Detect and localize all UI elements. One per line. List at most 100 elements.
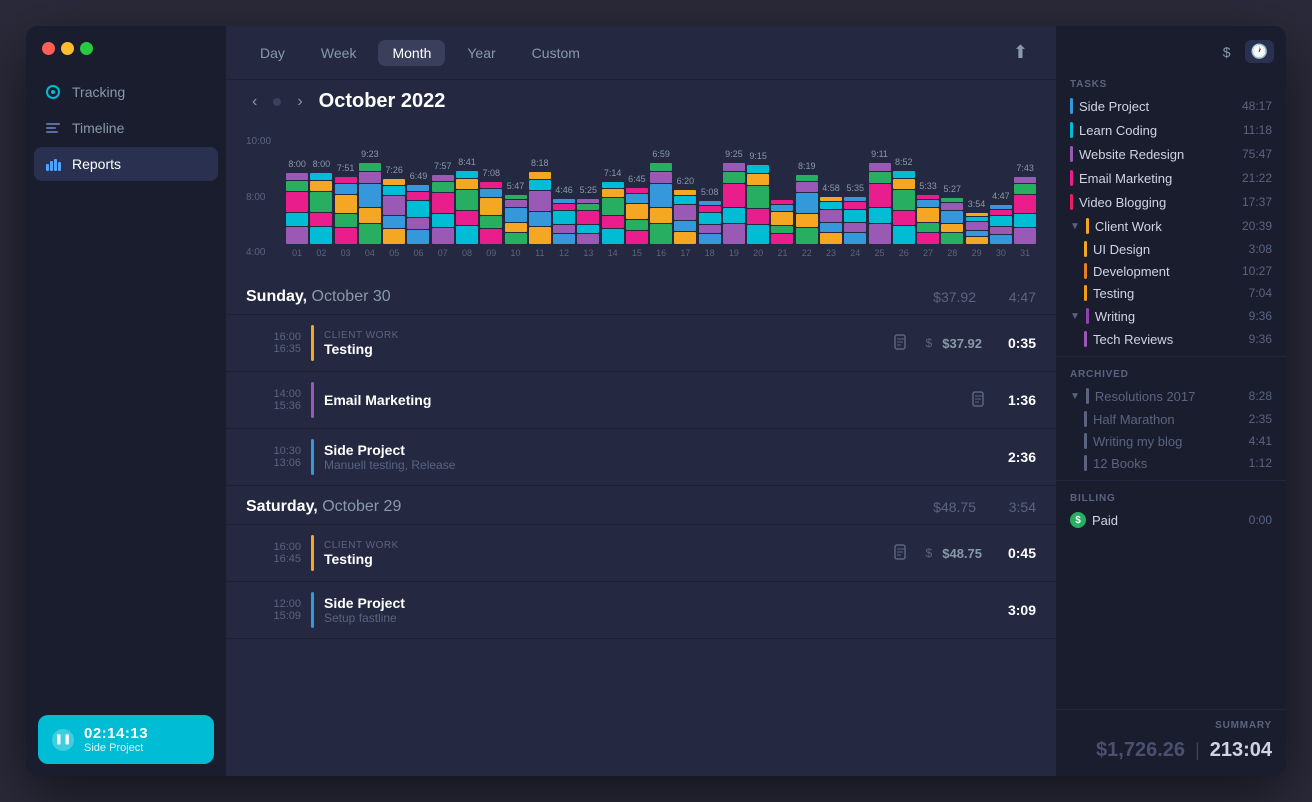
bar-day-20[interactable]: 9:1520 [747,165,769,258]
tasks-list: Side Project 48:17 Learn Coding 11:18 We… [1056,94,1286,350]
bar-day-24[interactable]: 5:3524 [844,197,866,258]
sidebar-item-reports[interactable]: Reports [34,147,218,181]
tab-year[interactable]: Year [453,40,509,66]
entry-row[interactable]: 10:3013:06Side ProjectManuell testing, R… [226,429,1056,486]
bar-day-19[interactable]: 9:2519 [723,163,745,258]
file-icon[interactable] [972,391,986,410]
task-item[interactable]: Email Marketing 21:22 [1056,166,1286,190]
sidebar-nav: Tracking Timeline Reports [26,75,226,703]
dollar-toggle[interactable]: $ [1217,41,1237,63]
summary-label: SUMMARY [1215,720,1272,731]
maximize-button[interactable] [80,42,93,55]
sub-task-item[interactable]: Half Marathon 2:35 [1056,408,1286,430]
bar-day-27[interactable]: 5:3327 [917,195,939,258]
sub-task-item[interactable]: Testing 7:04 [1056,282,1286,304]
bar-day-18[interactable]: 5:0818 [699,201,721,258]
bar-day-03[interactable]: 7:5103 [335,177,357,258]
reports-icon [44,155,62,173]
tab-custom[interactable]: Custom [518,40,594,66]
entry-row[interactable]: 12:0015:09Side ProjectSetup fastline3:09 [226,582,1056,639]
prev-month-button[interactable]: ‹ [246,91,263,113]
pause-button[interactable]: ❚❚ [52,729,74,751]
next-month-button[interactable]: › [291,91,308,113]
task-name: Testing [1093,286,1234,301]
task-group[interactable]: ▼ Client Work 20:39 [1056,214,1286,238]
bar-day-07[interactable]: 7:5707 [432,175,454,258]
bar-day-26[interactable]: 8:5226 [893,171,915,258]
task-name: Side Project [1079,99,1234,114]
summary-duration: 213:04 [1210,739,1272,762]
day-header: Saturday, October 29$48.753:54 [226,486,1056,525]
sub-task-item[interactable]: UI Design 3:08 [1056,238,1286,260]
sidebar-item-label: Reports [72,156,121,172]
task-color [1070,194,1073,210]
minimize-button[interactable] [61,42,74,55]
task-item[interactable]: Learn Coding 11:18 [1056,118,1286,142]
bar-day-02[interactable]: 8:0002 [310,173,332,258]
close-button[interactable] [42,42,55,55]
billing-item[interactable]: $ Paid 0:00 [1056,508,1286,532]
main-area: Day Week Month Year Custom ⬆ ‹ › October… [226,26,1056,776]
bar-day-15[interactable]: 6:4515 [626,188,648,258]
bar-day-16[interactable]: 6:5916 [650,163,672,258]
file-icon[interactable] [894,334,908,353]
bar-day-11[interactable]: 8:1811 [529,172,551,258]
bar-day-09[interactable]: 7:0809 [480,182,502,258]
bar-day-06[interactable]: 6:4906 [407,185,429,258]
bar-day-21[interactable]: 21 [771,200,793,258]
bar-day-14[interactable]: 7:1414 [601,182,623,258]
task-item[interactable]: Side Project 48:17 [1056,94,1286,118]
sidebar-item-tracking[interactable]: Tracking [34,75,218,109]
group-color [1086,218,1089,234]
entry-row[interactable]: 16:0016:35CLIENT WORKTesting$$37.920:35 [226,315,1056,372]
archived-group[interactable]: ▼ Resolutions 2017 8:28 [1056,384,1286,408]
main-header: Day Week Month Year Custom ⬆ [226,26,1056,80]
task-item[interactable]: Website Redesign 75:47 [1056,142,1286,166]
bar-day-01[interactable]: 8:0001 [286,173,308,258]
sidebar-item-timeline[interactable]: Timeline [34,111,218,145]
sub-task-item[interactable]: Development 10:27 [1056,260,1286,282]
group-duration: 9:36 [1249,309,1272,323]
bar-day-30[interactable]: 4:4730 [990,205,1012,258]
bar-day-25[interactable]: 9:1125 [868,163,890,258]
task-item[interactable]: Video Blogging 17:37 [1056,190,1286,214]
bar-day-05[interactable]: 7:2605 [383,179,405,258]
bar-day-12[interactable]: 4:4612 [553,199,575,258]
sub-task-item[interactable]: Tech Reviews 9:36 [1056,328,1286,350]
bar-day-17[interactable]: 6:2017 [674,190,696,258]
sub-task-item[interactable]: 12 Books 1:12 [1056,452,1286,474]
timer-time: 02:14:13 [84,725,148,742]
sub-task-item[interactable]: Writing my blog 4:41 [1056,430,1286,452]
file-icon[interactable] [894,544,908,563]
share-button[interactable]: ⬆ [1005,38,1036,67]
entry-row[interactable]: 16:0016:45CLIENT WORKTesting$$48.750:45 [226,525,1056,582]
tasks-section-label: TASKS [1056,73,1286,94]
tab-day[interactable]: Day [246,40,299,66]
tracking-icon [44,83,62,101]
bar-day-04[interactable]: 9:2304 [359,163,381,258]
task-duration: 10:27 [1240,264,1272,278]
bar-day-31[interactable]: 7:4331 [1014,177,1036,258]
group-name: Resolutions 2017 [1095,389,1243,404]
day-section: Saturday, October 29$48.753:5416:0016:45… [226,486,1056,639]
bar-day-22[interactable]: 8:1922 [796,175,818,258]
task-color [1070,122,1073,138]
tab-month[interactable]: Month [378,40,445,66]
task-group[interactable]: ▼ Writing 9:36 [1056,304,1286,328]
entries-scroll[interactable]: Sunday, October 30$37.924:4716:0016:35CL… [226,276,1056,776]
bar-day-23[interactable]: 4:5823 [820,197,842,258]
tab-week[interactable]: Week [307,40,371,66]
task-name: UI Design [1093,242,1234,257]
bar-day-29[interactable]: 3:5429 [965,213,987,258]
entry-row[interactable]: 14:0015:36Email Marketing1:36 [226,372,1056,429]
sidebar: Tracking Timeline Reports ❚❚ 02:14:13 [26,26,226,776]
task-color [1084,411,1087,427]
bar-day-13[interactable]: 5:2513 [577,199,599,258]
task-color [1070,98,1073,114]
clock-toggle[interactable]: 🕐 [1245,40,1274,63]
bar-day-28[interactable]: 5:2728 [941,198,963,258]
task-color [1084,433,1087,449]
task-name: Video Blogging [1079,195,1234,210]
bar-day-10[interactable]: 5:4710 [504,195,526,258]
bar-day-08[interactable]: 8:4108 [456,171,478,258]
